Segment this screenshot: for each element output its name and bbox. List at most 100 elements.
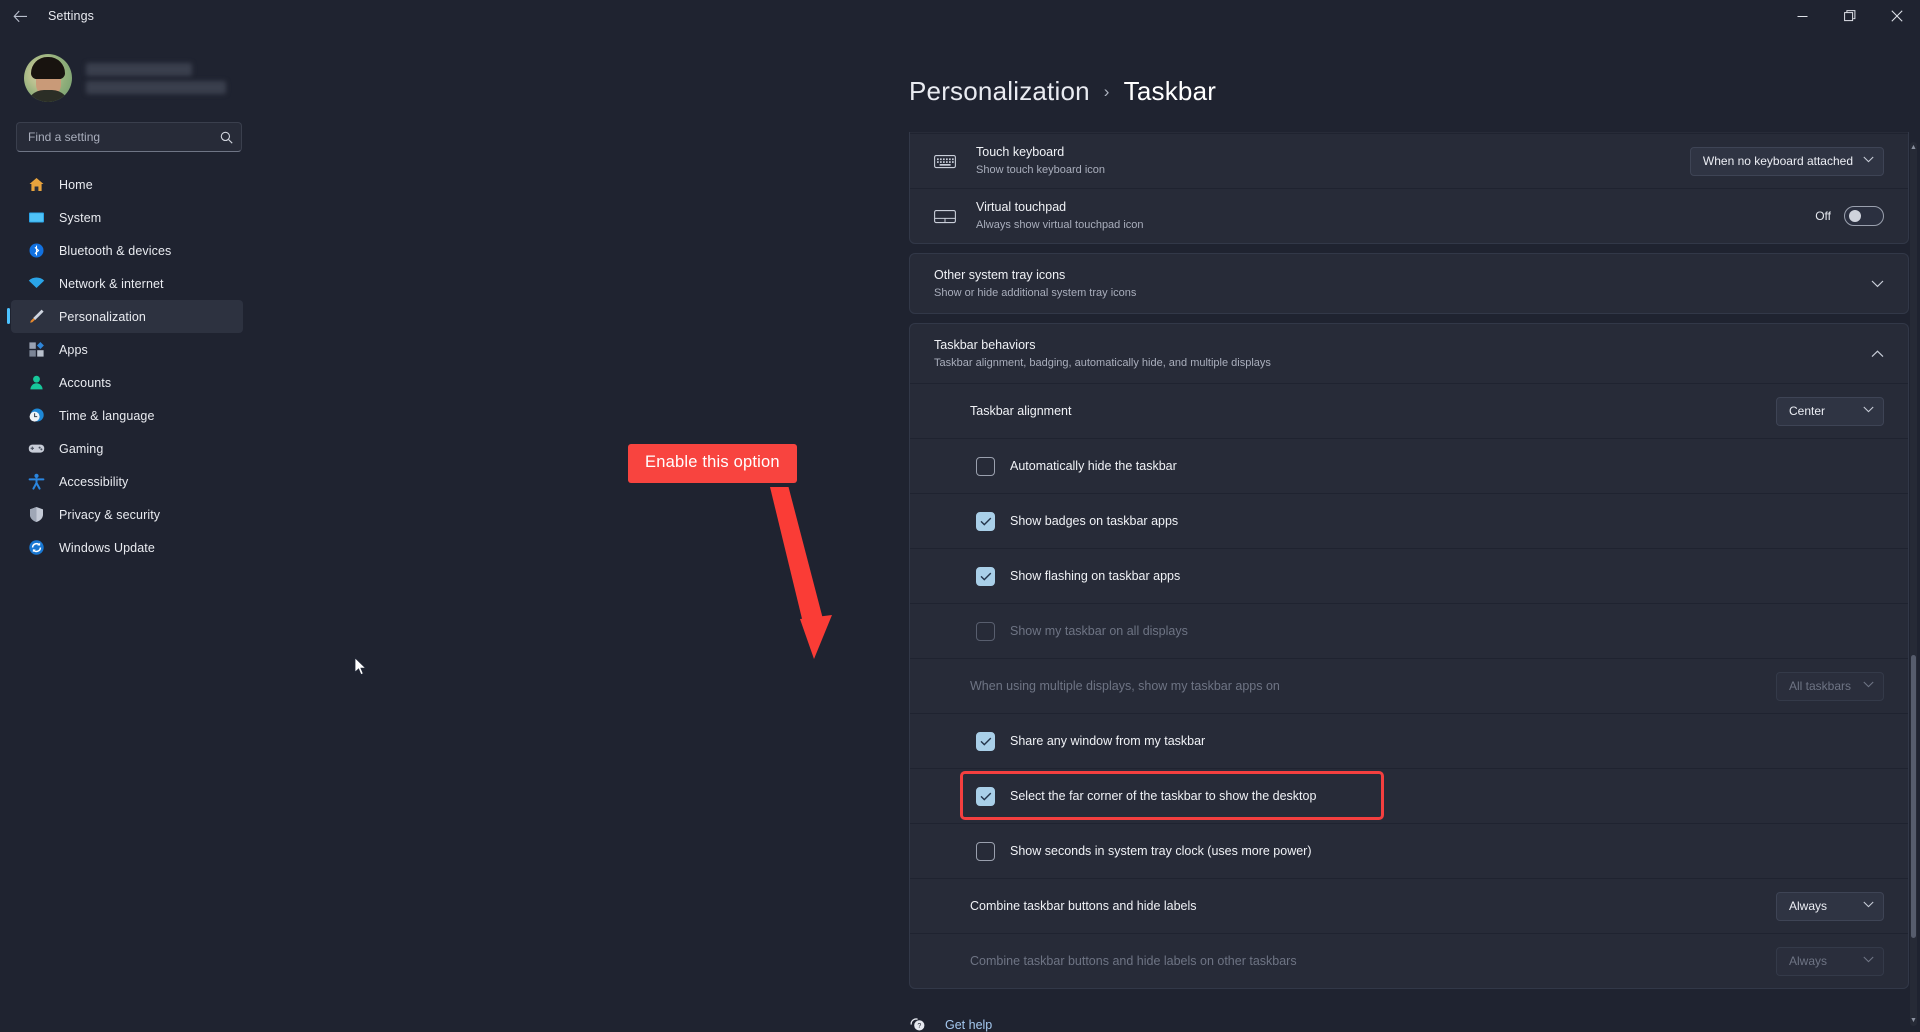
chevron-down-icon [1863, 956, 1874, 966]
breadcrumb-current: Taskbar [1123, 76, 1217, 106]
row-combine-buttons-other: Combine taskbar buttons and hide labels … [910, 933, 1908, 988]
home-icon [27, 176, 45, 194]
combine-buttons-other-dropdown: Always [1776, 946, 1884, 976]
taskbar-alignment-dropdown[interactable]: Center [1776, 396, 1884, 426]
virtual-touchpad-toggle-label: Off [1815, 209, 1831, 223]
sidebar-item-home[interactable]: Home [11, 168, 243, 201]
keyboard-icon [932, 153, 958, 170]
annotation-callout: Enable this option [628, 444, 797, 483]
accounts-icon [27, 374, 45, 392]
chevron-down-icon [1863, 156, 1874, 166]
sidebar-item-gaming[interactable]: Gaming [11, 432, 243, 465]
chevron-down-icon [1863, 901, 1874, 911]
title-bar: Settings [0, 0, 1920, 32]
expander-taskbar-behaviors[interactable]: Taskbar behaviors Taskbar alignment, bad… [910, 324, 1908, 383]
row-checkbox-show-flashing[interactable]: Show flashing on taskbar apps [910, 548, 1908, 603]
link-get-help[interactable]: ? Get help [909, 1011, 1909, 1032]
account-name-redacted [86, 62, 226, 94]
sidebar-item-label: Time & language [59, 408, 155, 423]
row-checkbox-all-displays: Show my taskbar on all displays [910, 603, 1908, 658]
system-icon [27, 209, 45, 227]
sidebar-item-label: Personalization [59, 309, 146, 324]
sidebar-item-time-language[interactable]: Time & language [11, 399, 243, 432]
vertical-scrollbar[interactable]: ▲ ▼ [1910, 142, 1917, 1026]
account-profile[interactable] [0, 32, 284, 110]
window-title: Settings [48, 9, 94, 23]
row-touch-keyboard-title: Touch keyboard [976, 145, 1065, 159]
sidebar-item-label: Apps [59, 342, 88, 357]
checkbox-show-badges[interactable] [976, 511, 995, 531]
row-virtual-touchpad[interactable]: Virtual touchpad Always show virtual tou… [910, 188, 1908, 243]
sidebar-item-label: System [59, 210, 102, 225]
help-icon: ? [909, 1017, 927, 1032]
sidebar: Home System [0, 32, 367, 1032]
shield-icon [27, 506, 45, 524]
combine-buttons-other-label: Combine taskbar buttons and hide labels … [970, 953, 1297, 968]
row-taskbar-alignment[interactable]: Taskbar alignment Center [910, 383, 1908, 438]
sidebar-item-bluetooth[interactable]: Bluetooth & devices [11, 234, 243, 267]
other-tray-icons-subtitle: Show or hide additional system tray icon… [934, 286, 1137, 299]
chevron-down-icon[interactable] [1871, 278, 1884, 290]
paintbrush-icon [27, 308, 45, 326]
search-box[interactable] [16, 122, 242, 152]
breadcrumb-parent[interactable]: Personalization [909, 76, 1090, 107]
sidebar-item-label: Gaming [59, 441, 104, 456]
combine-buttons-label: Combine taskbar buttons and hide labels [970, 898, 1197, 913]
footer-links: ? Get help [909, 1011, 1909, 1032]
scroll-down-arrow-icon[interactable]: ▼ [1910, 1017, 1917, 1024]
update-icon [27, 539, 45, 557]
row-checkbox-far-corner[interactable]: Select the far corner of the taskbar to … [910, 768, 1908, 823]
restore-icon[interactable] [1826, 0, 1873, 32]
window-controls [1779, 0, 1920, 32]
sidebar-item-personalization[interactable]: Personalization [7, 300, 243, 333]
breadcrumb: Personalization › Taskbar [298, 32, 1216, 129]
touch-keyboard-dropdown[interactable]: When no keyboard attached [1689, 146, 1884, 176]
sidebar-item-windows-update[interactable]: Windows Update [11, 531, 243, 564]
sidebar-item-accounts[interactable]: Accounts [11, 366, 243, 399]
row-combine-buttons[interactable]: Combine taskbar buttons and hide labels … [910, 878, 1908, 933]
sidebar-item-label: Network & internet [59, 276, 164, 291]
checkbox-far-corner[interactable] [976, 786, 995, 806]
virtual-touchpad-toggle[interactable] [1844, 206, 1884, 226]
sidebar-item-system[interactable]: System [11, 201, 243, 234]
checkbox-label: Show badges on taskbar apps [1010, 514, 1179, 528]
chevron-up-icon[interactable] [1871, 348, 1884, 360]
checkbox-share-window[interactable] [976, 731, 995, 751]
main-content: Personalization › Taskbar Touch keyboard… [298, 32, 1920, 1032]
row-checkbox-share-window[interactable]: Share any window from my taskbar [910, 713, 1908, 768]
row-touch-keyboard[interactable]: Touch keyboard Show touch keyboard icon … [910, 133, 1908, 188]
back-button[interactable] [0, 0, 40, 32]
sidebar-item-accessibility[interactable]: Accessibility [11, 465, 243, 498]
expander-other-system-tray-icons[interactable]: Other system tray icons Show or hide add… [910, 254, 1908, 313]
search-input[interactable] [28, 130, 220, 144]
touchpad-icon [932, 208, 958, 225]
sidebar-item-network[interactable]: Network & internet [11, 267, 243, 300]
multi-display-dropdown: All taskbars [1776, 671, 1884, 701]
row-checkbox-show-seconds[interactable]: Show seconds in system tray clock (uses … [910, 823, 1908, 878]
sidebar-item-label: Accessibility [59, 474, 129, 489]
row-virtual-touchpad-subtitle: Always show virtual touchpad icon [976, 219, 1144, 231]
taskbar-behaviors-title: Taskbar behaviors [934, 337, 1036, 352]
row-touch-keyboard-subtitle: Show touch keyboard icon [976, 164, 1106, 176]
checkbox-label: Show seconds in system tray clock (uses … [1010, 844, 1312, 858]
scrollbar-thumb[interactable] [1911, 654, 1916, 938]
checkbox-show-seconds[interactable] [976, 841, 995, 861]
minimize-icon[interactable] [1779, 0, 1826, 32]
checkbox-show-flashing[interactable] [976, 566, 995, 586]
sidebar-item-label: Bluetooth & devices [59, 243, 172, 258]
multi-display-label: When using multiple displays, show my ta… [970, 678, 1280, 693]
close-icon[interactable] [1873, 0, 1920, 32]
sidebar-item-apps[interactable]: Apps [11, 333, 243, 366]
scroll-up-arrow-icon[interactable]: ▲ [1910, 144, 1917, 151]
combine-buttons-other-value: Always [1789, 954, 1828, 968]
sidebar-item-privacy-security[interactable]: Privacy & security [11, 498, 243, 531]
sidebar-nav: Home System Bluetooth & devices Network … [0, 168, 284, 564]
row-checkbox-show-badges[interactable]: Show badges on taskbar apps [910, 493, 1908, 548]
other-tray-icons-card: Other system tray icons Show or hide add… [909, 253, 1909, 314]
checkbox-auto-hide[interactable] [976, 456, 995, 476]
bluetooth-icon [27, 242, 45, 260]
link-label: Get help [945, 1017, 993, 1032]
combine-buttons-dropdown[interactable]: Always [1776, 891, 1884, 921]
search-icon [220, 131, 233, 144]
row-checkbox-auto-hide[interactable]: Automatically hide the taskbar [910, 438, 1908, 493]
